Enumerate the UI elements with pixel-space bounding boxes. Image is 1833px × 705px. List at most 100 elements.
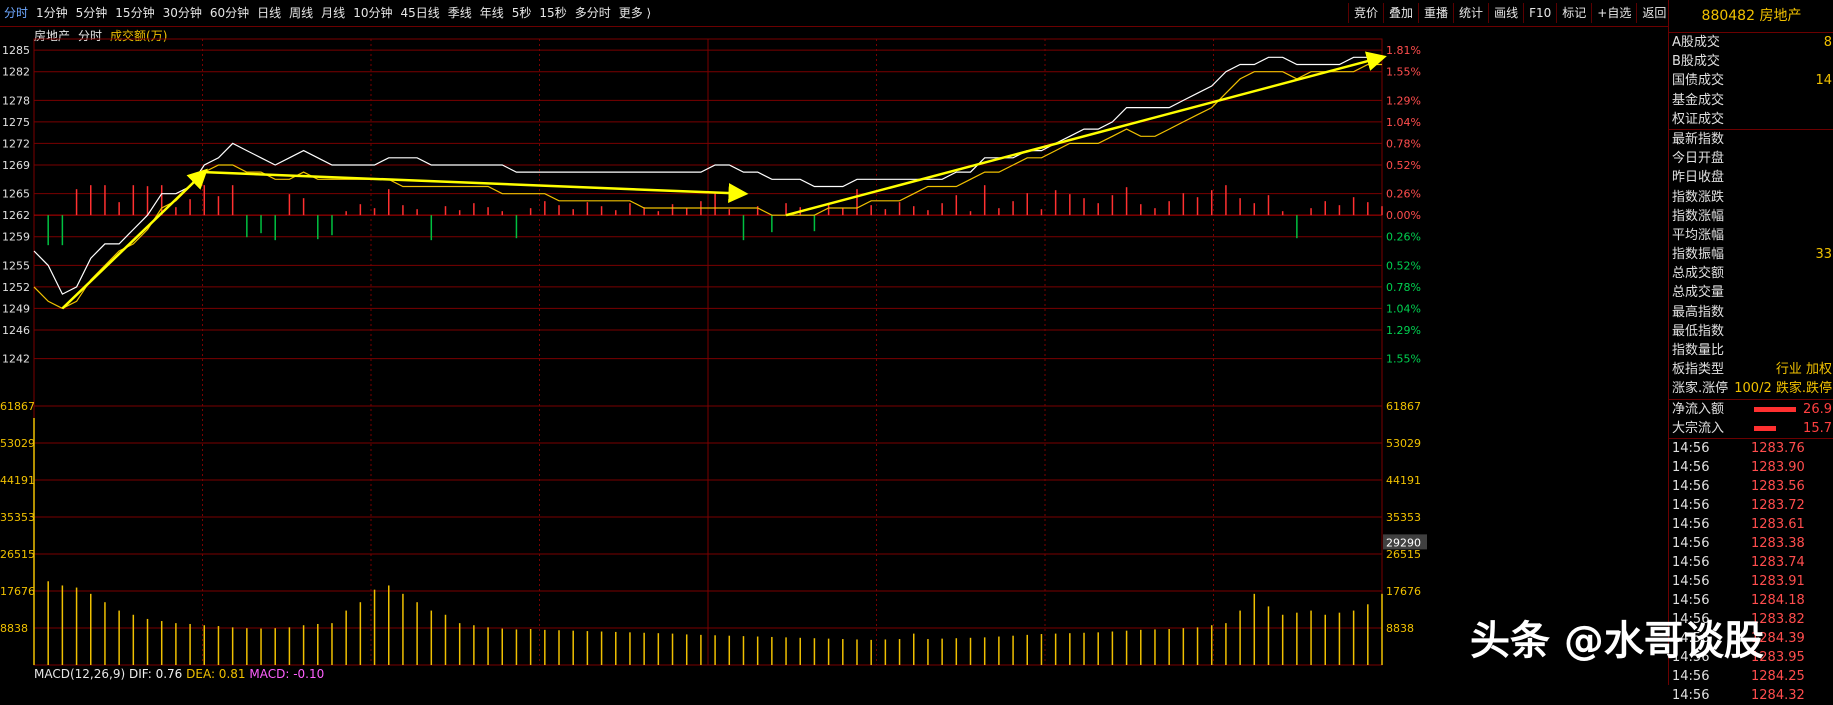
panel-row: 指数涨跌: [1669, 188, 1833, 207]
toolbar-button[interactable]: 重播: [1418, 3, 1453, 23]
tick-price: 1284.25: [1751, 668, 1805, 684]
pct-tick-label: 0.78%: [1386, 137, 1421, 150]
period-tab[interactable]: 1分钟: [32, 0, 72, 26]
volume-tick-label: 61867: [0, 400, 35, 413]
volume-tick-label-right: 8838: [1386, 622, 1414, 635]
tick-time: 14:56: [1672, 440, 1710, 456]
panel-row-label: 基金成交: [1672, 92, 1725, 108]
panel-row-label: 国债成交: [1672, 73, 1725, 89]
period-tab[interactable]: 年线: [476, 0, 508, 26]
panel-row: 平均涨幅: [1669, 226, 1833, 245]
period-tab[interactable]: 周线: [285, 0, 317, 26]
price-tick-label: 1249: [2, 302, 30, 315]
pct-tick-label: 1.55%: [1386, 66, 1421, 79]
toolbar-button[interactable]: 画线: [1488, 3, 1523, 23]
tick-row: 14:56 1283.61: [1669, 515, 1833, 534]
toolbar-button[interactable]: 竞价: [1348, 3, 1383, 23]
panel-header: 880482 房地产: [1669, 0, 1833, 33]
tick-price: 1283.72: [1751, 497, 1805, 513]
period-tab[interactable]: 日线: [253, 0, 285, 26]
flow-label: 大宗流入: [1672, 420, 1725, 436]
toolbar-button[interactable]: 叠加: [1383, 3, 1418, 23]
period-tab[interactable]: 5分钟: [72, 0, 112, 26]
panel-row-label: 涨家.涨停: [1672, 381, 1729, 397]
tick-price: 1284.32: [1751, 687, 1805, 703]
panel-row: 最低指数: [1669, 322, 1833, 341]
panel-row-label: A股成交: [1672, 35, 1720, 50]
price-tick-label: 1275: [2, 116, 30, 129]
panel-row: 最新指数: [1669, 130, 1833, 149]
volume-tick-label-right: 53029: [1386, 437, 1421, 450]
panel-row-value: 14: [1815, 73, 1832, 89]
toolbar-button[interactable]: F10: [1523, 3, 1556, 23]
panel-row-label: 指数量比: [1672, 343, 1725, 358]
period-tabs: 分时 1分钟 5分钟 15分钟 30分钟 60分钟 日线 周线 月线 10分钟 45日线 季线 年线 5秒…: [0, 0, 655, 26]
volume-tick-label: 35353: [0, 511, 35, 524]
macd-value: MACD: -0.10: [249, 667, 325, 681]
price-tick-label: 1265: [2, 188, 30, 201]
period-tab[interactable]: 30分钟: [159, 0, 206, 26]
tick-price: 1283.74: [1751, 554, 1805, 570]
intraday-chart: 1285 1282 1278 1275 1272 1269 1265 1262 1259 1255…: [0, 38, 1427, 666]
period-tab[interactable]: 60分钟: [206, 0, 253, 26]
macd-label: MACD(12,26,9): [34, 667, 126, 681]
tick-time: 14:56: [1672, 478, 1710, 494]
panel-row: 板指类型 行业 加权: [1669, 360, 1833, 379]
tick-price: 1283.38: [1751, 535, 1805, 551]
period-tab[interactable]: 月线: [317, 0, 349, 26]
volume-tick-label-right: 61867: [1386, 400, 1421, 413]
pct-tick-label: 0.52%: [1386, 159, 1421, 172]
panel-row: 涨家.涨停 100/2 跌家.跌停: [1669, 379, 1833, 398]
period-tab[interactable]: 10分钟: [349, 0, 396, 26]
tick-price: 1283.76: [1751, 440, 1805, 456]
panel-row-label: 总成交量: [1672, 285, 1725, 301]
tick-price: 1283.61: [1751, 516, 1805, 532]
tick-price: 1283.90: [1751, 459, 1805, 475]
period-tab[interactable]: 更多 ⟩: [615, 0, 656, 26]
tick-time: 14:56: [1672, 516, 1710, 532]
period-tab[interactable]: 15秒: [535, 0, 570, 26]
period-tab[interactable]: 季线: [444, 0, 476, 26]
toolbar-button[interactable]: 标记: [1556, 3, 1591, 23]
panel-row-label: 昨日收盘: [1672, 170, 1725, 186]
volume-tick-label-right: 17676: [1386, 585, 1421, 598]
panel-row-label: 指数振幅: [1672, 247, 1725, 263]
price-tick-label: 1269: [2, 159, 30, 172]
pct-tick-label: 0.26%: [1386, 188, 1421, 201]
tick-row: 14:56 1284.25: [1669, 667, 1833, 686]
tick-time: 14:56: [1672, 687, 1710, 703]
trend-arrow: [785, 51, 1387, 217]
period-tab[interactable]: 45日线: [396, 0, 443, 26]
volume-tick-label-right: 26515: [1386, 548, 1421, 561]
quote-panel: 880482 房地产 A股成交 8 B股成交 国债成交 14 基金成交 权证成交 最新指数今…: [1668, 0, 1833, 703]
volume-tick-label: 53029: [0, 437, 35, 450]
tick-price: 1283.56: [1751, 478, 1805, 494]
volume-tick-label: 44191: [0, 474, 35, 487]
panel-row: 昨日收盘: [1669, 168, 1833, 187]
panel-row-label: 指数涨跌: [1672, 189, 1725, 205]
toolbar-button[interactable]: 返回: [1636, 3, 1671, 23]
panel-row: 权证成交: [1669, 110, 1833, 129]
pct-tick-label: 1.04%: [1386, 116, 1421, 129]
price-tick-label: 1262: [2, 209, 30, 222]
pct-tick-label: 1.55%: [1386, 353, 1421, 366]
panel-row: 总成交额: [1669, 264, 1833, 283]
trend-arrow: [204, 170, 749, 204]
pct-tick-label: 0.78%: [1386, 281, 1421, 294]
period-tab[interactable]: 5秒: [508, 0, 536, 26]
toolbar-button[interactable]: 统计: [1453, 3, 1488, 23]
pct-tick-label: 1.04%: [1386, 302, 1421, 315]
panel-row-label: 平均涨幅: [1672, 227, 1725, 243]
toolbar-button[interactable]: +自选: [1591, 3, 1636, 23]
pct-tick-label: 1.29%: [1386, 94, 1421, 107]
panel-row-label: 最新指数: [1672, 131, 1725, 147]
period-tab[interactable]: 15分钟: [111, 0, 158, 26]
tick-time: 14:56: [1672, 497, 1710, 513]
panel-row-value: 行业 加权: [1775, 362, 1832, 378]
period-tab[interactable]: 分时: [0, 0, 32, 26]
period-tab[interactable]: 多分时: [571, 0, 615, 26]
tick-time: 14:56: [1672, 554, 1710, 570]
flow-row: 净流入额 26.9: [1669, 400, 1833, 419]
panel-row: B股成交: [1669, 52, 1833, 71]
flow-label: 净流入额: [1672, 401, 1725, 417]
